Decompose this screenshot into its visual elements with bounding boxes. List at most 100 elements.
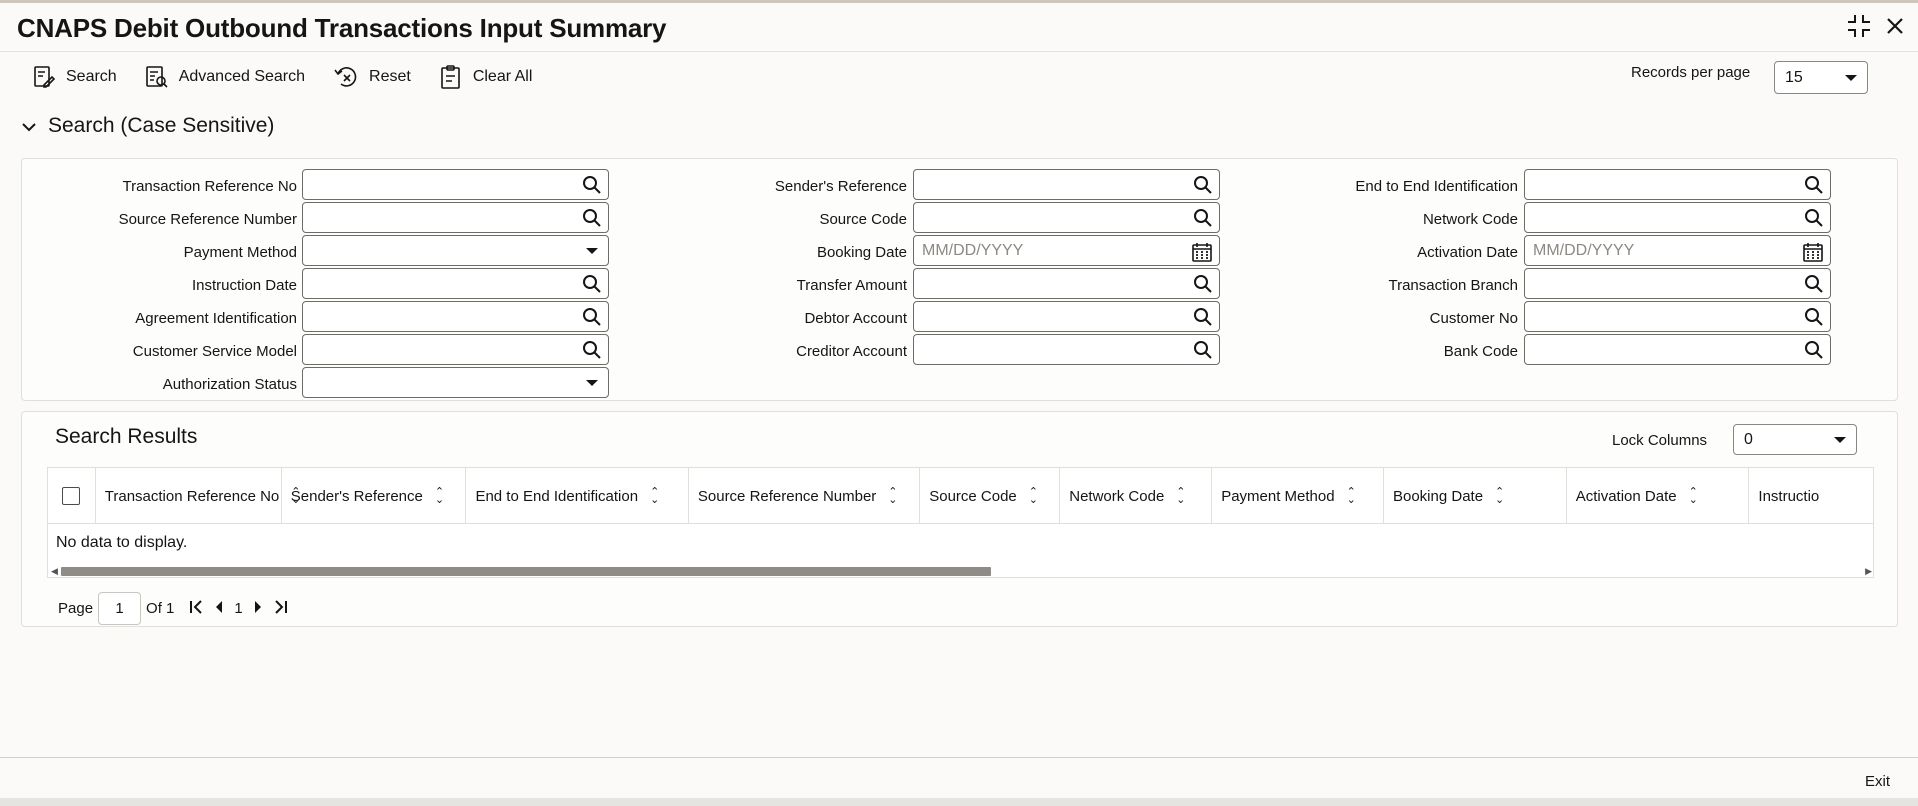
- sort-icon[interactable]: ⌃ ⌄: [650, 487, 659, 506]
- search-icon[interactable]: [582, 175, 602, 200]
- search-results-panel: Search Results Lock Columns 0 Transactio…: [21, 411, 1898, 627]
- transaction-reference-no-input[interactable]: [302, 169, 609, 200]
- sort-icon[interactable]: ⌃ ⌄: [1689, 487, 1698, 506]
- calendar-icon[interactable]: [1802, 241, 1824, 268]
- sort-icon[interactable]: ⌃ ⌄: [1495, 487, 1504, 506]
- column-header[interactable]: Transaction Reference No ⌃ ⌄: [96, 468, 301, 524]
- chevron-down-icon: [1834, 436, 1846, 443]
- search-icon[interactable]: [1804, 208, 1824, 233]
- bank-code-label: Bank Code: [1443, 343, 1518, 360]
- column-label: Source Reference Number: [697, 487, 877, 505]
- next-page-icon[interactable]: [253, 600, 263, 618]
- search-icon[interactable]: [582, 307, 602, 332]
- search-icon[interactable]: [1193, 340, 1213, 365]
- customer-no-input[interactable]: [1524, 301, 1831, 332]
- transfer-amount-label: Transfer Amount: [796, 277, 907, 294]
- lock-columns-select[interactable]: 0: [1733, 424, 1857, 455]
- sort-icon[interactable]: ⌃ ⌄: [1347, 487, 1356, 506]
- search-button[interactable]: Search: [32, 65, 117, 89]
- advanced-search-label: Advanced Search: [178, 68, 306, 85]
- search-section-header[interactable]: Search (Case Sensitive): [22, 114, 274, 138]
- column-header[interactable]: Source Code ⌃ ⌄: [920, 468, 1061, 524]
- payment-method-select[interactable]: [302, 235, 609, 266]
- records-per-page-select[interactable]: 15: [1774, 61, 1868, 94]
- column-header[interactable]: Activation Date ⌃ ⌄: [1567, 468, 1750, 524]
- horizontal-scrollbar[interactable]: ◀ ▶: [48, 565, 1873, 577]
- summary-window: CNAPS Debit Outbound Transactions Input …: [0, 3, 1918, 806]
- table-header: Transaction Reference No ⌃ ⌄ Sender's Refe…: [48, 468, 1873, 524]
- column-label: Booking Date: [1392, 487, 1484, 505]
- search-icon[interactable]: [1804, 307, 1824, 332]
- senders-reference-label: Sender's Reference: [774, 178, 907, 195]
- results-table: Transaction Reference No ⌃ ⌄ Sender's Refe…: [47, 467, 1874, 578]
- page-number-value: 1: [115, 600, 124, 617]
- exit-button[interactable]: Exit: [1857, 767, 1898, 796]
- sort-icon[interactable]: ⌃ ⌄: [435, 487, 444, 506]
- footer-divider: [0, 757, 1918, 758]
- collapse-icon[interactable]: [1846, 13, 1872, 39]
- scroll-right-icon[interactable]: ▶: [1865, 566, 1872, 577]
- bottom-strip: [0, 798, 1918, 806]
- clear-all-label: Clear All: [472, 68, 533, 85]
- search-icon[interactable]: [1193, 208, 1213, 233]
- clear-all-button[interactable]: Clear All: [439, 64, 533, 90]
- column-label: Instructio: [1758, 487, 1820, 505]
- authorization-status-select[interactable]: [302, 367, 609, 398]
- source-code-input[interactable]: [913, 202, 1220, 233]
- chevron-down-icon: [1845, 74, 1857, 81]
- column-label: Sender's Reference: [290, 487, 423, 505]
- debtor-account-input[interactable]: [913, 301, 1220, 332]
- column-header[interactable]: Sender's Reference ⌃ ⌄: [282, 468, 467, 524]
- search-icon[interactable]: [582, 274, 602, 299]
- sort-icon[interactable]: ⌃ ⌄: [1176, 487, 1185, 506]
- search-icon[interactable]: [582, 208, 602, 233]
- transfer-amount-input[interactable]: [913, 268, 1220, 299]
- instruction-date-input[interactable]: [302, 268, 609, 299]
- column-label: Activation Date: [1575, 487, 1677, 505]
- creditor-account-input[interactable]: [913, 334, 1220, 365]
- transaction-branch-input[interactable]: [1524, 268, 1831, 299]
- senders-reference-input[interactable]: [913, 169, 1220, 200]
- customer-service-model-label: Customer Service Model: [132, 343, 297, 360]
- booking-date-input[interactable]: MM/DD/YYYY: [913, 235, 1220, 266]
- column-header[interactable]: Instructio: [1749, 468, 1873, 524]
- customer-service-model-input[interactable]: [302, 334, 609, 365]
- search-icon[interactable]: [1193, 175, 1213, 200]
- end-to-end-identification-input[interactable]: [1524, 169, 1831, 200]
- page-number-input[interactable]: 1: [98, 592, 142, 625]
- column-header[interactable]: Network Code ⌃ ⌄: [1060, 468, 1213, 524]
- lock-columns-value: 0: [1744, 430, 1753, 448]
- first-page-icon[interactable]: [188, 599, 204, 619]
- column-header[interactable]: End to End Identification ⌃ ⌄: [466, 468, 689, 524]
- advanced-search-button[interactable]: Advanced Search: [145, 65, 305, 89]
- customer-no-label: Customer No: [1429, 310, 1518, 327]
- calendar-icon[interactable]: [1191, 241, 1213, 268]
- close-icon[interactable]: [1886, 17, 1904, 35]
- source-reference-number-input[interactable]: [302, 202, 609, 233]
- reset-button[interactable]: Reset: [333, 65, 411, 89]
- search-icon[interactable]: [1804, 274, 1824, 299]
- source-code-label: Source Code: [819, 211, 907, 228]
- scroll-left-icon[interactable]: ◀: [51, 566, 58, 577]
- column-header[interactable]: Booking Date ⌃ ⌄: [1384, 468, 1567, 524]
- bank-code-input[interactable]: [1524, 334, 1831, 365]
- search-section-title: Search (Case Sensitive): [48, 114, 275, 137]
- search-icon[interactable]: [1804, 175, 1824, 200]
- column-header[interactable]: Source Reference Number ⌃ ⌄: [689, 468, 921, 524]
- clipboard-icon: [439, 64, 463, 90]
- activation-date-input[interactable]: MM/DD/YYYY: [1524, 235, 1831, 266]
- previous-page-icon[interactable]: [214, 600, 224, 618]
- sort-icon[interactable]: ⌃ ⌄: [888, 487, 897, 506]
- column-header[interactable]: Payment Method ⌃ ⌄: [1212, 468, 1384, 524]
- network-code-input[interactable]: [1524, 202, 1831, 233]
- search-icon[interactable]: [1804, 340, 1824, 365]
- last-page-icon[interactable]: [273, 599, 289, 619]
- search-icon[interactable]: [1193, 307, 1213, 332]
- search-icon[interactable]: [582, 340, 602, 365]
- scrollbar-thumb[interactable]: [61, 567, 991, 576]
- select-all-checkbox[interactable]: [62, 487, 80, 505]
- sort-icon[interactable]: ⌃ ⌄: [1029, 487, 1038, 506]
- search-icon[interactable]: [1193, 274, 1213, 299]
- activation-date-placeholder: MM/DD/YYYY: [1533, 241, 1635, 259]
- agreement-identification-input[interactable]: [302, 301, 609, 332]
